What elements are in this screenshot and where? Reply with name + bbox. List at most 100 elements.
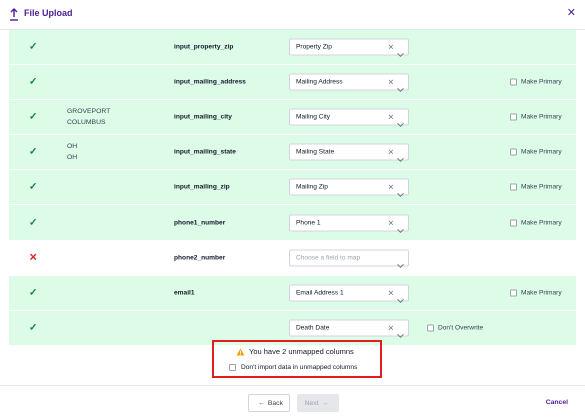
chevron-down-icon[interactable] [397, 45, 404, 58]
checkbox-box[interactable] [510, 183, 517, 191]
clear-icon[interactable]: ✕ [388, 113, 394, 122]
chevron-down-icon[interactable] [397, 115, 404, 128]
check-icon: ✓ [29, 287, 38, 299]
unmapped-warning: You have 2 unmapped columns Don't import… [212, 340, 382, 378]
check-icon: ✓ [29, 217, 38, 229]
table-row: ✓ OH OH input_mailing_state Mailing State ✕ Ma… [9, 135, 576, 171]
chevron-down-icon[interactable] [397, 150, 404, 163]
make-primary-checkbox[interactable]: Make Primary [510, 289, 562, 297]
make-primary-checkbox[interactable]: Make Primary [510, 148, 562, 156]
next-label: Next [304, 399, 319, 407]
checkbox-label: Make Primary [521, 289, 562, 297]
sample-value: COLUMBUS [67, 119, 106, 127]
field-select-value: Death Date [296, 324, 330, 332]
clear-icon[interactable]: ✕ [388, 288, 394, 297]
field-select[interactable]: Death Date ✕ [289, 319, 409, 338]
field-select-value: Mailing Address [296, 78, 343, 86]
clear-icon[interactable]: ✕ [388, 148, 394, 157]
field-select[interactable]: Mailing Zip ✕ [289, 178, 409, 198]
chevron-down-icon[interactable] [397, 290, 404, 303]
checkbox-box[interactable] [510, 219, 517, 227]
checkbox-label: Make Primary [521, 148, 562, 156]
checkbox-box[interactable] [427, 324, 434, 332]
field-select[interactable]: Mailing City ✕ [289, 108, 409, 128]
field-select[interactable]: Mailing Address ✕ [289, 73, 409, 93]
checkbox-box[interactable] [510, 78, 517, 86]
clear-icon[interactable]: ✕ [388, 183, 394, 192]
cross-icon: ✕ [29, 252, 38, 264]
chevron-down-icon[interactable] [397, 255, 404, 268]
table-row: ✓ input_mailing_address Mailing Address ✕ Ma… [9, 65, 576, 101]
field-select-value: Mailing Zip [296, 183, 328, 191]
checkbox-label: Make Primary [521, 113, 562, 121]
column-name: input_mailing_address [174, 78, 246, 86]
checkbox-label: Make Primary [521, 78, 562, 86]
cancel-button[interactable]: Cancel [546, 399, 568, 406]
upload-icon [10, 8, 18, 21]
checkbox-box[interactable] [510, 148, 517, 156]
field-select-value: Mailing State [296, 148, 335, 156]
arrow-left-icon: ← [258, 399, 265, 407]
check-icon: ✓ [29, 181, 38, 193]
sample-value: GROVEPORT [67, 108, 111, 116]
sample-values: OH OH [67, 141, 77, 163]
checkbox-box[interactable] [510, 113, 517, 121]
field-select[interactable]: Email Address 1 ✕ [289, 284, 409, 303]
make-primary-checkbox[interactable]: Make Primary [510, 113, 562, 121]
checkbox-box[interactable] [229, 364, 236, 371]
check-icon: ✓ [29, 41, 38, 53]
table-row: ✓ email1 Email Address 1 ✕ Make Primary [9, 275, 576, 311]
clear-icon[interactable]: ✕ [388, 323, 394, 332]
clear-icon[interactable]: ✕ [388, 78, 394, 87]
close-icon[interactable]: ✕ [567, 6, 576, 19]
clear-icon[interactable]: ✕ [388, 43, 394, 52]
column-name: email1 [174, 289, 195, 297]
chevron-down-icon[interactable] [397, 185, 404, 198]
skip-unmapped-label: Don't import data in unmapped columns [241, 364, 358, 371]
table-row: ✓ GROVEPORT COLUMBUS input_mailing_city Mail… [9, 100, 576, 136]
table-row: ✕ phone2_number Choose a field to map [9, 240, 576, 276]
skip-unmapped-checkbox[interactable]: Don't import data in unmapped columns [229, 364, 357, 371]
clear-icon[interactable]: ✕ [388, 218, 394, 227]
warning-text: You have 2 unmapped columns [249, 347, 354, 356]
chevron-down-icon[interactable] [397, 220, 404, 233]
chevron-down-icon[interactable] [397, 80, 404, 93]
check-icon: ✓ [29, 76, 38, 88]
dont-overwrite-checkbox[interactable]: Don't Overwrite [427, 324, 484, 332]
check-icon: ✓ [29, 322, 38, 334]
field-select[interactable]: Phone 1 ✕ [289, 214, 409, 233]
checkbox-label: Make Primary [521, 183, 562, 191]
dialog-header: File Upload ✕ [0, 0, 585, 30]
field-select-value: Phone 1 [296, 219, 321, 227]
check-icon: ✓ [29, 146, 38, 158]
column-name: phone1_number [174, 219, 226, 227]
make-primary-checkbox[interactable]: Make Primary [510, 183, 562, 191]
next-button[interactable]: Next → [297, 394, 339, 412]
column-name: input_mailing_city [174, 113, 232, 121]
chevron-down-icon[interactable] [397, 325, 404, 338]
column-name: phone2_number [174, 254, 226, 262]
check-icon: ✓ [29, 111, 38, 123]
make-primary-checkbox[interactable]: Make Primary [510, 78, 562, 86]
column-name: input_property_zip [174, 43, 234, 51]
field-select[interactable]: Choose a field to map [289, 249, 409, 268]
field-select-value: Email Address 1 [296, 289, 344, 297]
mapping-table: ✓ input_property_zip Property Zip ✕ ✓ input_m… [9, 30, 576, 346]
field-select-placeholder: Choose a field to map [296, 254, 361, 262]
back-label: Back [267, 399, 283, 407]
sample-value: OH [67, 143, 78, 151]
checkbox-label: Don't Overwrite [438, 324, 484, 332]
dialog-footer: ← Back Next → Cancel [0, 385, 585, 420]
checkbox-label: Make Primary [521, 219, 562, 227]
field-select-value: Mailing City [296, 113, 331, 121]
back-button[interactable]: ← Back [248, 394, 290, 412]
table-row: ✓ input_property_zip Property Zip ✕ [9, 30, 576, 66]
field-select[interactable]: Mailing State ✕ [289, 143, 409, 163]
make-primary-checkbox[interactable]: Make Primary [510, 219, 562, 227]
column-name: input_mailing_state [174, 148, 236, 156]
sample-value: OH [67, 154, 78, 162]
checkbox-box[interactable] [510, 289, 517, 297]
field-select[interactable]: Property Zip ✕ [289, 38, 409, 58]
table-row: ✓ phone1_number Phone 1 ✕ Make Primary [9, 205, 576, 241]
column-name: input_mailing_zip [174, 183, 230, 191]
